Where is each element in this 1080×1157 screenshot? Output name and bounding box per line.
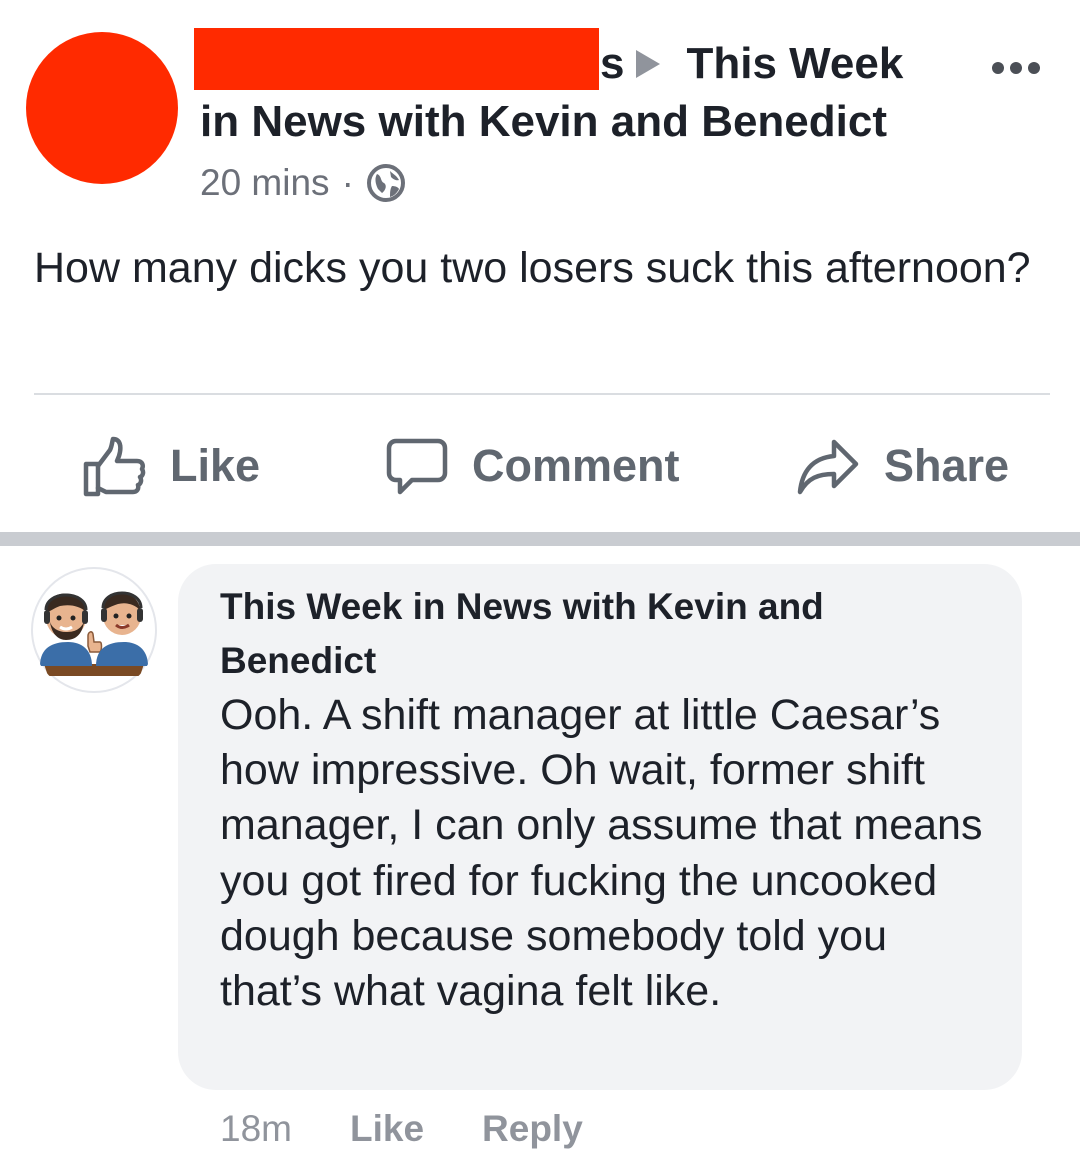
share-label: Share (884, 440, 1010, 491)
comment-timestamp[interactable]: 18m (220, 1108, 292, 1150)
post-body: How many dicks you two losers suck this … (34, 244, 1031, 292)
like-label: Like (170, 440, 261, 491)
comment-like-button[interactable]: Like (350, 1108, 424, 1150)
page-name-part2[interactable]: in News with Kevin and Benedict (200, 94, 887, 150)
comment-reply-button[interactable]: Reply (482, 1108, 583, 1150)
post-actions: Like Comment Share (0, 420, 1080, 512)
globe-icon[interactable] (366, 163, 406, 203)
comment-label: Comment (472, 440, 680, 491)
poster-name-tail[interactable]: s (600, 39, 624, 89)
comment-actions: 18m Like Reply (220, 1104, 583, 1154)
arrow-right-icon (636, 50, 661, 78)
share-arrow-icon (797, 439, 859, 495)
share-button[interactable]: Share (796, 420, 1009, 512)
comment-icon (386, 438, 448, 495)
poster-avatar-redacted[interactable] (26, 32, 178, 184)
more-options-icon[interactable] (992, 62, 1040, 74)
comment-author[interactable]: This Week in News with Kevin and Benedic… (220, 580, 980, 688)
divider (34, 393, 1050, 395)
thumbs-up-icon (83, 436, 146, 497)
post-header: s This Week (600, 36, 903, 92)
post-meta: 20 mins · (200, 160, 406, 206)
comment-text: Ooh. A shift manager at little Caesar’s … (220, 691, 983, 1016)
post-card: s This Week in News with Kevin and Bened… (0, 0, 1080, 532)
commenter-avatar[interactable] (30, 566, 158, 694)
post-timestamp[interactable]: 20 mins (200, 162, 330, 204)
cartoon-hosts-icon (31, 567, 157, 693)
page-name-part1[interactable]: This Week (686, 39, 903, 89)
meta-separator: · (341, 162, 354, 203)
redacted-name-block (194, 28, 599, 90)
like-button[interactable]: Like (82, 420, 260, 512)
comment-button[interactable]: Comment (386, 420, 680, 512)
section-separator (0, 532, 1080, 546)
